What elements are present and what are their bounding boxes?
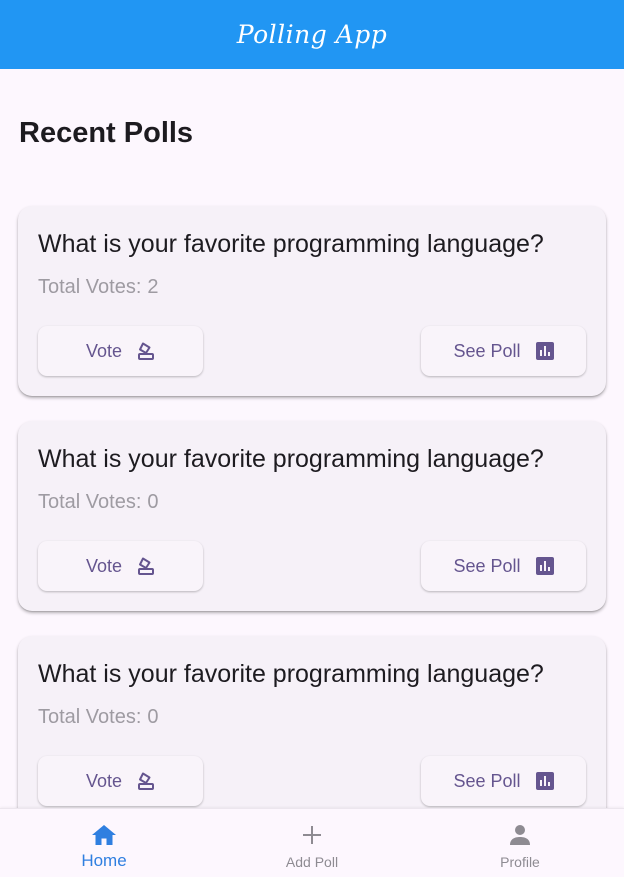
vote-button-label: Vote (85, 770, 123, 791)
see-poll-button-label: See Poll (453, 340, 521, 361)
poll-question: What is your favorite programming langua… (38, 230, 544, 258)
nav-item-profile[interactable]: Profile (416, 809, 624, 877)
see-poll-button[interactable]: See Poll (421, 541, 586, 591)
poll-question: What is your favorite programming langua… (38, 660, 544, 688)
app-root: Polling App Recent Polls What is your fa… (0, 0, 624, 877)
vote-button-label: Vote (85, 555, 123, 576)
poll-card: What is your favorite programming langua… (18, 206, 606, 396)
ballot-box-icon (137, 557, 155, 575)
see-poll-button-label: See Poll (453, 555, 521, 576)
bar-chart-icon (535, 342, 554, 360)
vote-button[interactable]: Vote (38, 326, 203, 376)
votes-count: 0 (147, 491, 159, 513)
ballot-box-icon (137, 342, 155, 360)
see-poll-button-label: See Poll (453, 770, 521, 791)
see-poll-button[interactable]: See Poll (421, 326, 586, 376)
votes-label: Total Votes: (38, 706, 142, 728)
poll-question: What is your favorite programming langua… (38, 445, 544, 473)
votes-label: Total Votes: (38, 491, 142, 513)
person-icon (509, 823, 531, 847)
poll-total-votes: Total Votes: 0 (38, 491, 159, 514)
nav-label-profile: Profile (500, 854, 540, 870)
home-icon (91, 823, 117, 847)
app-title: Polling App (236, 20, 388, 49)
bar-chart-icon (535, 772, 554, 790)
ballot-box-icon (137, 772, 155, 790)
nav-label-add-poll: Add Poll (285, 854, 339, 870)
votes-count: 2 (147, 276, 159, 298)
vote-button-label: Vote (85, 340, 123, 361)
see-poll-button[interactable]: See Poll (421, 756, 586, 806)
poll-card: What is your favorite programming langua… (18, 421, 606, 611)
poll-total-votes: Total Votes: 0 (38, 706, 159, 729)
bottom-navigation: Home Add Poll Profile (0, 808, 624, 877)
vote-button[interactable]: Vote (38, 756, 203, 806)
nav-item-add-poll[interactable]: Add Poll (208, 809, 416, 877)
bar-chart-icon (535, 557, 554, 575)
nav-item-home[interactable]: Home (0, 809, 208, 877)
section-title: Recent Polls (19, 117, 194, 149)
votes-count: 0 (147, 706, 159, 728)
poll-card: What is your favorite programming langua… (18, 636, 606, 826)
poll-total-votes: Total Votes: 2 (38, 276, 159, 299)
vote-button[interactable]: Vote (38, 541, 203, 591)
nav-label-home: Home (81, 851, 127, 870)
plus-icon (302, 823, 322, 847)
votes-label: Total Votes: (38, 276, 142, 298)
app-bar: Polling App (0, 0, 624, 69)
